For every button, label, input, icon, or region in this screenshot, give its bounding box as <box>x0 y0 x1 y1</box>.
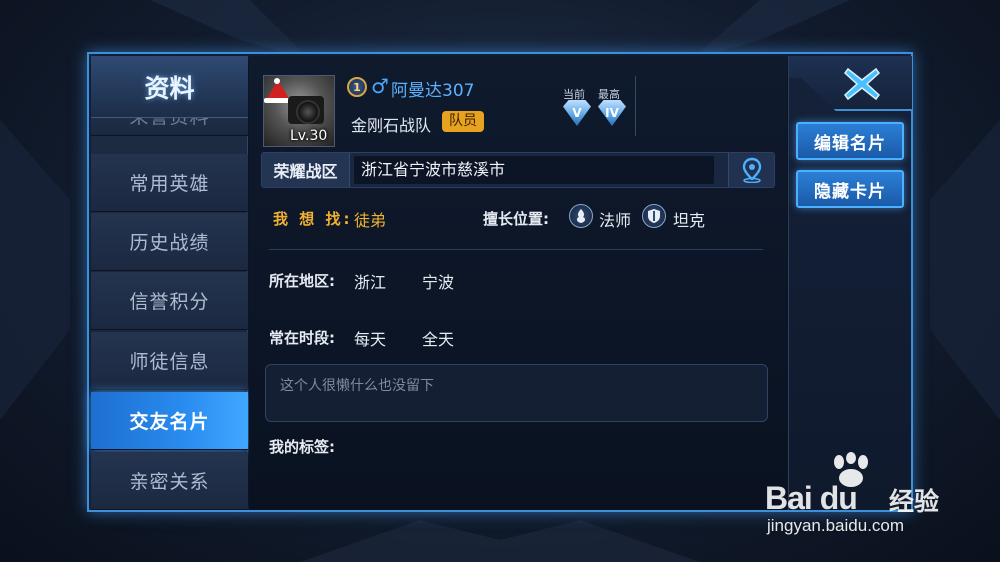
time-range: 全天 <box>422 330 455 349</box>
time-days: 每天 <box>354 330 387 349</box>
seek-label: 我 想 找: <box>273 210 353 228</box>
avatar[interactable]: Lv.30 <box>263 75 335 147</box>
seek-value: 徒弟 <box>354 211 387 230</box>
player-name: 阿曼达307 <box>391 81 475 101</box>
baidu-logo: Bai du <box>765 480 858 516</box>
action-column: 编辑名片 隐藏卡片 <box>788 56 912 510</box>
mage-icon <box>569 204 593 228</box>
camera-icon <box>288 96 324 124</box>
sidebar-item-intimacy[interactable]: 亲密关系 <box>91 452 248 510</box>
rank-current-label: 当前 <box>563 88 585 101</box>
watermark-url: jingyan.baidu.com <box>767 516 905 535</box>
rank-best-icon[interactable]: IV <box>598 100 626 126</box>
position-tank: 坦克 <box>673 211 706 230</box>
player-level: Lv.30 <box>290 128 328 144</box>
team-role-badge: 队员 <box>442 111 484 132</box>
rank-number-badge: 1 <box>347 77 367 97</box>
rank-best-label: 最高 <box>598 88 620 101</box>
baidu-watermark: Bai du 经验 jingyan.baidu.com <box>765 452 975 542</box>
sidebar-item-mentor[interactable]: 师徒信息 <box>91 332 248 390</box>
section-divider <box>269 249 763 250</box>
team-name[interactable]: 金刚石战队 <box>351 112 431 136</box>
sidebar-title: 资料 <box>91 56 248 118</box>
divider <box>635 76 636 136</box>
region-label: 所在地区: <box>269 272 335 290</box>
close-button[interactable] <box>841 64 883 104</box>
sidebar: 资料 荣誉资料 常用英雄 历史战绩 信誉积分 师徒信息 交友名片 亲密关系 <box>91 56 248 510</box>
social-card-content: Lv.30 1 ♂ 阿曼达307 金刚石战队 队员 当前 V 最高 IV 荣耀战… <box>249 56 787 510</box>
server-value: 浙江省宁波市慈溪市 <box>354 156 714 184</box>
edit-card-button[interactable]: 编辑名片 <box>796 122 904 160</box>
signature-box: 这个人很懒什么也没留下 <box>265 364 768 422</box>
position-mage: 法师 <box>599 211 632 230</box>
region-province: 浙江 <box>354 273 387 292</box>
baidu-jingyan: 经验 <box>889 487 940 516</box>
server-bar: 荣耀战区 浙江省宁波市慈溪市 <box>261 152 775 188</box>
rank-current-icon[interactable]: V <box>563 100 591 126</box>
sidebar-item-heroes[interactable]: 常用英雄 <box>91 154 248 212</box>
hat-ball <box>274 78 280 84</box>
region-city: 宁波 <box>422 273 455 292</box>
time-label: 常在时段: <box>269 329 335 347</box>
position-label: 擅长位置: <box>483 210 549 228</box>
hide-card-button[interactable]: 隐藏卡片 <box>796 170 904 208</box>
server-label: 荣耀战区 <box>262 153 350 187</box>
tank-icon <box>642 204 666 228</box>
close-icon <box>843 67 881 101</box>
location-pin-icon[interactable] <box>728 153 774 187</box>
sidebar-item-credit[interactable]: 信誉积分 <box>91 272 248 330</box>
male-icon: ♂ <box>371 74 389 98</box>
sidebar-item-social-card[interactable]: 交友名片 <box>91 392 248 450</box>
profile-panel: 资料 荣誉资料 常用英雄 历史战绩 信誉积分 师徒信息 交友名片 亲密关系 Lv… <box>87 52 913 512</box>
sidebar-item-history[interactable]: 历史战绩 <box>91 213 248 271</box>
tags-label: 我的标签: <box>269 438 335 456</box>
